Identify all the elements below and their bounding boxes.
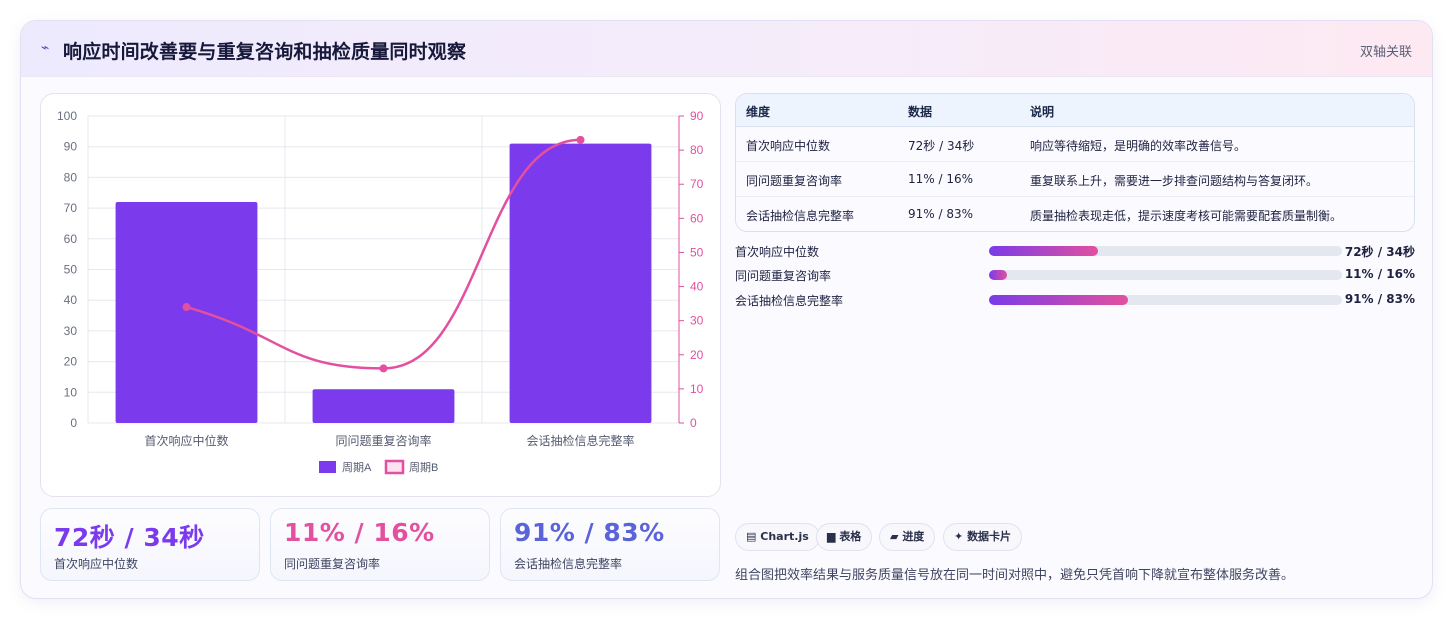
y-left-tick-label: 40: [64, 293, 78, 307]
header-tag: 双轴关联: [1359, 45, 1412, 60]
x-tick-label: 首次响应中位数: [144, 433, 228, 448]
stat-value: 11% / 16%: [284, 518, 435, 547]
table-cell: 11% / 16%: [908, 172, 974, 186]
table-header-row: 维度 数据 说明: [736, 94, 1414, 127]
y-right-tick-label: 0: [690, 416, 697, 430]
y-right-tick-label: 50: [690, 245, 704, 259]
table-header-cell: 数据: [908, 105, 933, 119]
bar: [115, 201, 258, 423]
stat-label: 会话抽检信息完整率: [514, 557, 623, 571]
stat-value: 91% / 83%: [514, 518, 665, 547]
y-right-tick-label: 10: [690, 382, 704, 396]
x-tick-label: 会话抽检信息完整率: [526, 433, 634, 448]
y-right-tick-label: 60: [690, 211, 704, 225]
chip-data-cards[interactable]: ✦ 数据卡片: [943, 523, 1023, 551]
legend-label: 周期B: [409, 461, 438, 474]
progress-label: 同问题重复咨询率: [735, 269, 832, 283]
lightning-icon: ⌁: [41, 40, 50, 56]
y-right-tick-label: 40: [690, 280, 704, 294]
table-header-cell: 说明: [1030, 105, 1055, 119]
line-point: [576, 135, 585, 144]
y-left-tick-label: 100: [57, 109, 77, 123]
table-cell: 质量抽检表现走低，提示速度考核可能需要配套质量制衡。: [1030, 209, 1343, 223]
y-left-tick-label: 60: [64, 232, 78, 246]
progress-fill: [989, 295, 1129, 305]
progress-label: 会话抽检信息完整率: [735, 294, 844, 308]
line-point: [379, 364, 388, 373]
y-left-tick-label: 80: [64, 170, 78, 184]
card-title: 响应时间改善要与重复咨询和抽检质量同时观察: [63, 41, 467, 63]
y-left-tick-label: 90: [64, 140, 78, 154]
table-cell: 响应等待缩短，是明确的效率改善信号。: [1030, 139, 1247, 153]
stat-card-repeat-rate: 11% / 16% 同问题重复咨询率: [270, 508, 490, 581]
table-row: 会话抽检信息完整率 91% / 83% 质量抽检表现走低，提示速度考核可能需要配…: [736, 197, 1414, 231]
progress-value: 72秒 / 34秒: [1344, 245, 1415, 259]
chart-svg: 0 10 20 30 40 50 60 70 80 90 100 0 10 20 30 40 50 60 70 80 9…: [57, 109, 704, 475]
combo-chart: 0 10 20 30 40 50 60 70 80 90 100 0 10 20 30 40 50 60 70 80 9…: [40, 93, 721, 497]
table-cell: 72秒 / 34秒: [908, 139, 975, 153]
progress-fill: [989, 270, 1007, 280]
chip-label: 进度: [902, 530, 925, 543]
bar: [312, 389, 455, 423]
stat-label: 首次响应中位数: [54, 557, 139, 571]
line-point: [182, 303, 191, 312]
y-right-tick-label: 70: [690, 177, 704, 191]
chip-table[interactable]: ▆ 表格: [816, 523, 873, 551]
y-left-tick-label: 50: [64, 263, 78, 277]
y-right-tick-label: 80: [690, 143, 704, 157]
chip-progress[interactable]: ▰ 进度: [879, 523, 936, 551]
stat-label: 同问题重复咨询率: [284, 557, 381, 571]
progress-row: 会话抽检信息完整率 91% / 83%: [735, 291, 1415, 309]
table-row: 同问题重复咨询率 11% / 16% 重复联系上升，需要进一步排查问题结构与答复…: [736, 162, 1414, 197]
progress-label: 首次响应中位数: [735, 245, 820, 259]
data-table: 维度 数据 说明 首次响应中位数 72秒 / 34秒 响应等待缩短，是明确的效率…: [735, 93, 1415, 232]
dashboard-card: ⌁ 响应时间改善要与重复咨询和抽检质量同时观察 双轴关联 0 10 20 30 40 50…: [20, 20, 1433, 599]
y-right-tick-label: 20: [690, 348, 704, 362]
x-tick-label: 同问题重复咨询率: [335, 433, 431, 448]
progress-row: 同问题重复咨询率 11% / 16%: [735, 266, 1415, 284]
table-header-cell: 维度: [746, 105, 771, 119]
legend-label: 周期A: [342, 461, 372, 474]
progress-value: 11% / 16%: [1344, 267, 1415, 281]
progress-icon: ▰: [890, 530, 899, 543]
y-left-tick-label: 30: [64, 324, 78, 338]
y-left-tick-label: 0: [70, 416, 77, 430]
stat-card-completeness: 91% / 83% 会话抽检信息完整率: [500, 508, 720, 581]
table-cell: 首次响应中位数: [746, 139, 831, 153]
chip-label: 数据卡片: [967, 530, 1012, 543]
table-cell: 会话抽检信息完整率: [746, 209, 855, 223]
y-left-tick-label: 70: [64, 201, 78, 215]
footnote: 组合图把效率结果与服务质量信号放在同一时间对照中，避免只凭首响下降就宣布整体服务…: [735, 568, 1295, 583]
chip-label: Chart.js: [760, 530, 809, 543]
progress-value: 91% / 83%: [1344, 292, 1415, 306]
table-row: 首次响应中位数 72秒 / 34秒 响应等待缩短，是明确的效率改善信号。: [736, 127, 1414, 162]
legend-swatch-bar: [319, 461, 336, 473]
sparkle-icon: ✦: [954, 530, 964, 543]
progress-fill: [989, 246, 1099, 256]
bar: [509, 143, 652, 423]
table-icon: ▆: [827, 530, 836, 543]
y-left-tick-label: 20: [64, 355, 78, 369]
progress-row: 首次响应中位数 72秒 / 34秒: [735, 242, 1415, 260]
card-header: ⌁ 响应时间改善要与重复咨询和抽检质量同时观察 双轴关联: [21, 21, 1432, 77]
legend-swatch-line: [384, 459, 405, 475]
table-cell: 同问题重复咨询率: [746, 174, 843, 188]
progress-track: [989, 295, 1342, 305]
chip-chartjs[interactable]: ▤ Chart.js: [735, 523, 820, 551]
table-cell: 重复联系上升，需要进一步排查问题结构与答复闭环。: [1030, 174, 1319, 188]
table-cell: 91% / 83%: [908, 207, 974, 221]
progress-track: [989, 246, 1342, 256]
y-right-tick-label: 90: [690, 109, 704, 123]
chip-label: 表格: [839, 530, 862, 543]
stat-value: 72秒 / 34秒: [54, 523, 205, 552]
progress-track: [989, 270, 1342, 280]
chart-icon: ▤: [746, 530, 757, 543]
y-right-tick-label: 30: [690, 314, 704, 328]
y-left-tick-label: 10: [64, 385, 78, 399]
stat-card-first-response: 72秒 / 34秒 首次响应中位数: [40, 508, 260, 581]
